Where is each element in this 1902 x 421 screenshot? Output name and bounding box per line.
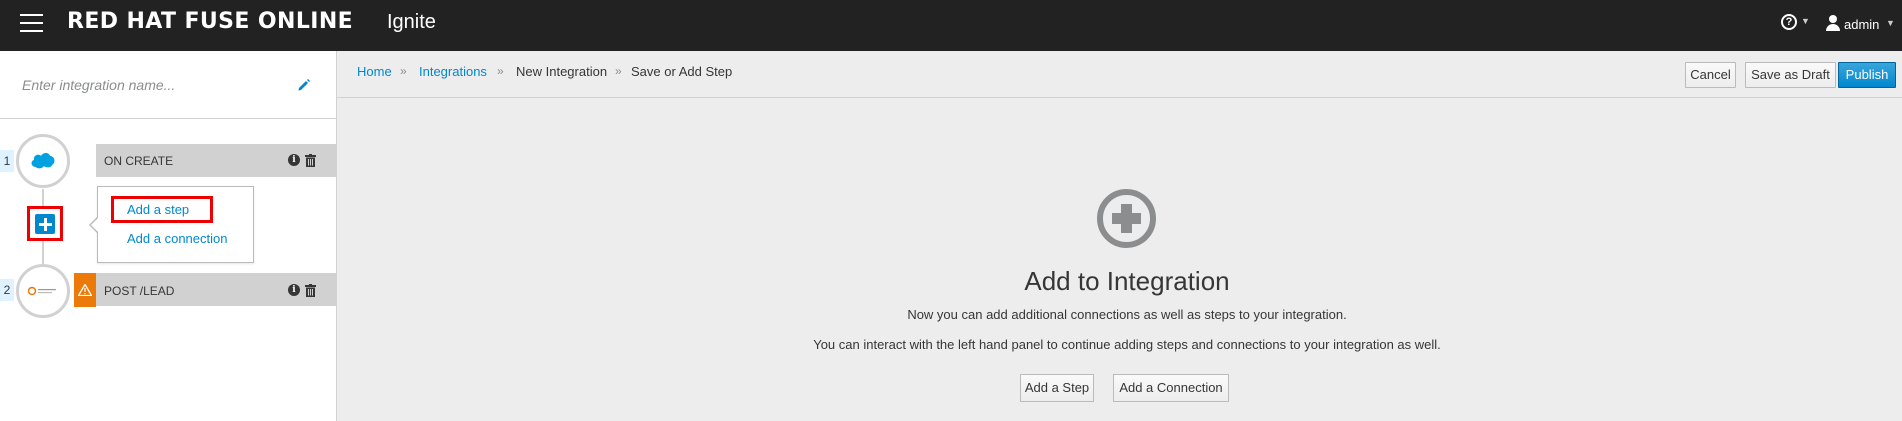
breadcrumb-new-integration: New Integration [516, 64, 608, 79]
empty-state-text: Now you can add additional connections a… [907, 307, 1347, 322]
add-a-connection-link[interactable]: Add a connection [127, 231, 227, 246]
add-a-connection-button[interactable]: Add a Connection [1113, 374, 1229, 402]
user-menu[interactable]: admin [1844, 17, 1879, 32]
add-step-highlight [27, 206, 63, 241]
popover-arrow-inner [91, 218, 98, 232]
step-number: 1 [0, 150, 14, 172]
user-icon[interactable] [1826, 15, 1840, 31]
breadcrumb-separator: » [400, 64, 407, 78]
add-a-step-link[interactable]: Add a step [127, 202, 189, 217]
salesforce-icon [31, 153, 55, 169]
add-a-step-button[interactable]: Add a Step [1020, 374, 1094, 402]
info-icon[interactable]: i [288, 154, 300, 166]
hamburger-menu-icon[interactable] [20, 14, 43, 32]
step-2-circle[interactable] [16, 264, 70, 318]
info-icon[interactable]: i [288, 284, 300, 296]
step-2-title: POST /LEAD [104, 284, 175, 298]
help-caret-icon[interactable]: ▼ [1801, 16, 1810, 26]
api-connector-icon [28, 286, 56, 296]
step-2-warning[interactable] [74, 273, 96, 307]
step-1-title: ON CREATE [104, 154, 174, 168]
product-name: Ignite [387, 11, 436, 33]
publish-button[interactable]: Publish [1838, 62, 1896, 88]
trash-icon[interactable] [305, 154, 316, 167]
empty-state-title: Add to Integration [1024, 266, 1230, 296]
pencil-icon[interactable] [297, 78, 311, 92]
step-number: 2 [0, 279, 14, 301]
top-navbar: RED HAT FUSE ONLINE Ignite ? ▼ admin ▼ [0, 0, 1902, 51]
user-caret-icon[interactable]: ▼ [1886, 18, 1895, 28]
breadcrumb-separator: » [615, 64, 622, 78]
breadcrumb-current: Save or Add Step [631, 64, 733, 79]
add-circle-icon [1097, 189, 1156, 248]
breadcrumb-integrations[interactable]: Integrations [419, 64, 487, 79]
cancel-button[interactable]: Cancel [1685, 62, 1736, 88]
brand-logo[interactable]: RED HAT FUSE ONLINE [67, 9, 353, 34]
step-1-circle[interactable] [16, 134, 70, 188]
breadcrumb-home[interactable]: Home [357, 64, 392, 79]
empty-state-text: You can interact with the left hand pane… [813, 337, 1441, 352]
integration-name-input[interactable] [22, 77, 282, 93]
breadcrumb-separator: » [497, 64, 504, 78]
help-icon[interactable]: ? [1781, 14, 1797, 30]
add-step-plus-icon[interactable] [35, 214, 55, 234]
save-as-draft-button[interactable]: Save as Draft [1745, 62, 1836, 88]
warning-icon [78, 284, 92, 296]
trash-icon[interactable] [305, 284, 316, 297]
integration-name-row [0, 51, 336, 119]
